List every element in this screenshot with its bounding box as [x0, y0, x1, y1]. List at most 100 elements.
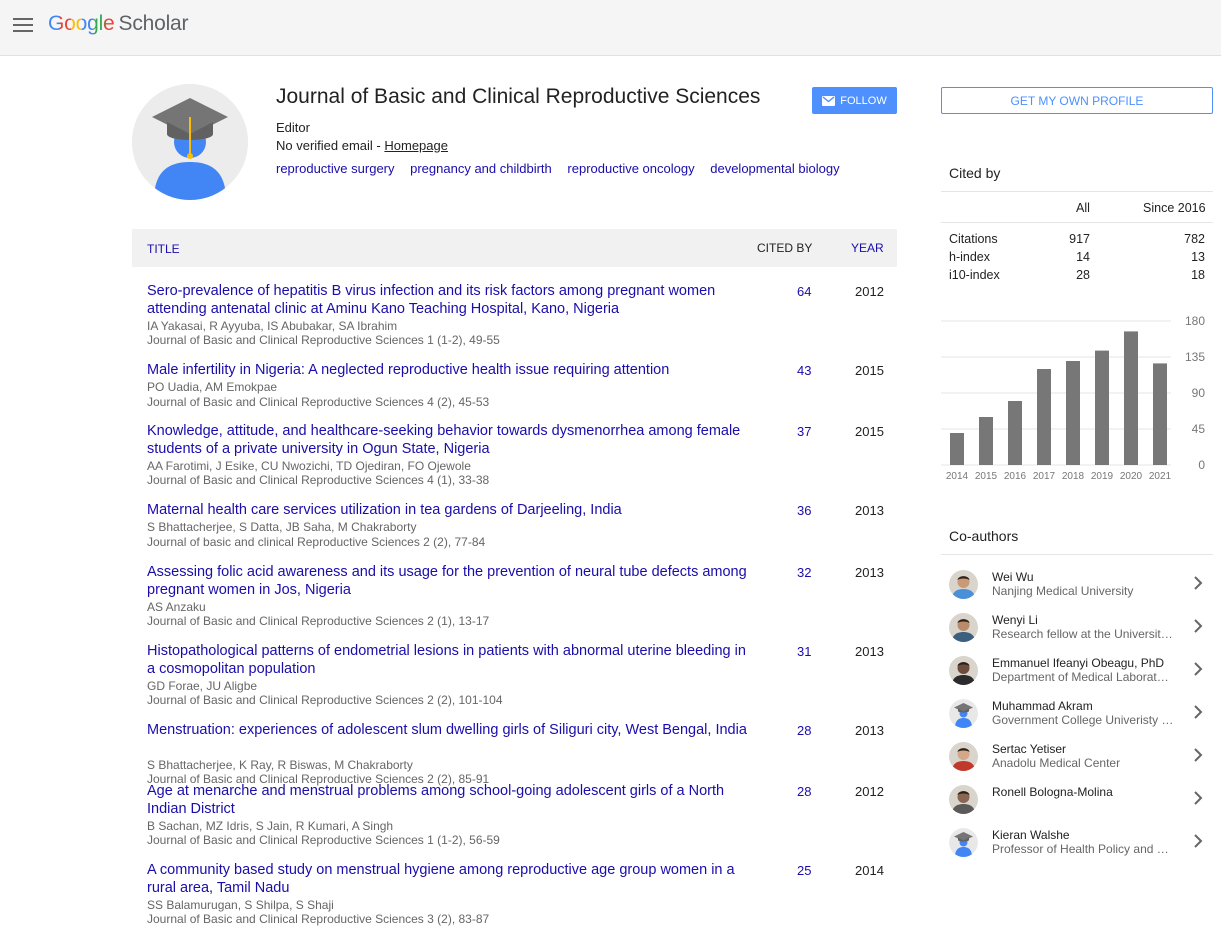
article-venue: Journal of Basic and Clinical Reproducti…: [147, 473, 490, 487]
article-authors: S Bhattacherjee, K Ray, R Biswas, M Chak…: [147, 758, 413, 772]
coauthor-name: Muhammad Akram: [992, 699, 1093, 713]
chart-bar[interactable]: [1095, 350, 1109, 465]
coauthor-item[interactable]: Sertac Yetiser Anadolu Medical Center: [941, 742, 1213, 785]
coauthor-avatar: [949, 742, 978, 771]
cited-by-count[interactable]: 43: [797, 363, 811, 378]
top-bar: Google Scholar: [0, 0, 1221, 56]
chevron-right-icon: [1194, 705, 1203, 719]
chart-bar[interactable]: [950, 433, 964, 465]
chart-bar[interactable]: [1124, 331, 1138, 465]
article-title-link[interactable]: A community based study on menstrual hyg…: [147, 862, 747, 897]
sort-cited-by[interactable]: CITED BY: [757, 241, 812, 255]
google-scholar-logo[interactable]: Google Scholar: [48, 12, 189, 36]
article-title-link[interactable]: Age at menarche and menstrual problems a…: [147, 783, 747, 818]
chart-bar[interactable]: [1037, 369, 1051, 465]
coauthor-item[interactable]: Ronell Bologna-Molina: [941, 785, 1213, 828]
article-year: 2013: [855, 503, 884, 518]
metric-since: 18: [1191, 268, 1205, 282]
article-venue: Journal of Basic and Clinical Reproducti…: [147, 614, 490, 628]
table-row: Male infertility in Nigeria: A neglected…: [132, 362, 897, 432]
interest-link[interactable]: developmental biology: [710, 161, 839, 176]
x-tick-label: 2016: [1004, 471, 1027, 482]
interests-list: reproductive surgery pregnancy and child…: [276, 161, 852, 176]
coauthor-avatar: [949, 699, 978, 728]
get-my-own-profile-button[interactable]: GET MY OWN PROFILE: [941, 87, 1213, 114]
metric-label[interactable]: h-index: [949, 250, 990, 264]
coauthor-avatar: [949, 828, 978, 857]
profile-affiliation: Editor: [276, 120, 310, 135]
menu-icon[interactable]: [13, 18, 33, 34]
sort-year[interactable]: YEAR: [851, 241, 884, 255]
chart-bar[interactable]: [979, 417, 993, 465]
cited-by-count[interactable]: 37: [797, 424, 811, 439]
cited-by-count[interactable]: 64: [797, 284, 811, 299]
profile-avatar: [132, 84, 248, 200]
cited-by-count[interactable]: 28: [797, 784, 811, 799]
coauthor-item[interactable]: Wei Wu Nanjing Medical University: [941, 570, 1213, 613]
table-row: Histopathological patterns of endometria…: [132, 643, 897, 713]
x-tick-label: 2014: [946, 471, 969, 482]
article-year: 2014: [855, 863, 884, 878]
article-authors: GD Forae, JU Aligbe: [147, 679, 258, 693]
coauthor-affiliation: Department of Medical Laboratory Science: [992, 670, 1175, 684]
article-title-link[interactable]: Knowledge, attitude, and healthcare-seek…: [147, 423, 747, 458]
homepage-link[interactable]: Homepage: [384, 138, 448, 153]
metric-all: 917: [1069, 232, 1090, 246]
article-year: 2013: [855, 644, 884, 659]
article-year: 2013: [855, 723, 884, 738]
chart-bar[interactable]: [1008, 401, 1022, 465]
interest-link[interactable]: reproductive surgery: [276, 161, 395, 176]
citations-chart: 180 135 90 45 0 2014 2015 2016 2017 2018 2019 2020 2…: [941, 314, 1205, 482]
sort-title[interactable]: TITLE: [147, 242, 180, 256]
article-year: 2015: [855, 424, 884, 439]
coauthor-item[interactable]: Kieran Walshe Professor of Health Policy …: [941, 828, 1213, 871]
metric-all: 28: [1076, 268, 1090, 282]
chart-bar[interactable]: [1153, 363, 1167, 465]
article-authors: SS Balamurugan, S Shilpa, S Shaji: [147, 898, 334, 912]
metric-label[interactable]: Citations: [949, 232, 998, 246]
article-title-link[interactable]: Sero-prevalence of hepatitis B virus inf…: [147, 283, 747, 318]
coauthor-item[interactable]: Muhammad Akram Government College Univeri…: [941, 699, 1213, 742]
follow-button[interactable]: FOLLOW: [812, 87, 897, 114]
article-venue: Journal of Basic and Clinical Reproducti…: [147, 693, 503, 707]
table-row: Maternal health care services utilizatio…: [132, 502, 897, 572]
article-authors: IA Yakasai, R Ayyuba, IS Abubakar, SA Ib…: [147, 319, 398, 333]
chevron-right-icon: [1194, 748, 1203, 762]
article-title-link[interactable]: Maternal health care services utilizatio…: [147, 502, 747, 520]
y-tick-label: 0: [1198, 458, 1205, 472]
table-row: Assessing folic acid awareness and its u…: [132, 564, 897, 634]
article-title-link[interactable]: Menstruation: experiences of adolescent …: [147, 722, 747, 740]
interest-link[interactable]: pregnancy and childbirth: [410, 161, 552, 176]
chart-bar[interactable]: [1066, 361, 1080, 465]
coauthor-affiliation: Research fellow at the University of Mel…: [992, 627, 1175, 641]
article-venue: Journal of basic and clinical Reproducti…: [147, 535, 486, 549]
metric-all: 14: [1076, 250, 1090, 264]
x-tick-label: 2017: [1033, 471, 1056, 482]
logo-google: Google: [48, 12, 115, 35]
cited-by-count[interactable]: 31: [797, 644, 811, 659]
x-tick-label: 2015: [975, 471, 998, 482]
cited-by-count[interactable]: 25: [797, 863, 811, 878]
cited-by-count[interactable]: 32: [797, 565, 811, 580]
chevron-right-icon: [1194, 834, 1203, 848]
coauthor-item[interactable]: Wenyi Li Research fellow at the Universit…: [941, 613, 1213, 656]
article-title-link[interactable]: Histopathological patterns of endometria…: [147, 643, 747, 678]
metric-label[interactable]: i10-index: [949, 268, 1000, 282]
email-text: No verified email -: [276, 138, 385, 153]
article-title-link[interactable]: Assessing folic acid awareness and its u…: [147, 564, 747, 599]
coauthor-avatar: [949, 785, 978, 814]
cited-by-count[interactable]: 28: [797, 723, 811, 738]
coauthor-affiliation: Anadolu Medical Center: [992, 756, 1121, 770]
coauthor-affiliation: Professor of Health Policy and Managemen…: [992, 842, 1175, 856]
divider: [941, 191, 1213, 192]
coauthor-name: Kieran Walshe: [992, 828, 1070, 842]
interest-link[interactable]: reproductive oncology: [567, 161, 694, 176]
coauthor-avatar: [949, 613, 978, 642]
coauthor-item[interactable]: Emmanuel Ifeanyi Obeagu, PhD Department o…: [941, 656, 1213, 699]
coauthor-name: Emmanuel Ifeanyi Obeagu, PhD: [992, 656, 1165, 670]
cited-by-heading: Cited by: [949, 165, 1001, 181]
article-title-link[interactable]: Male infertility in Nigeria: A neglected…: [147, 362, 747, 380]
y-tick-label: 180: [1185, 314, 1205, 328]
article-year: 2013: [855, 565, 884, 580]
cited-by-count[interactable]: 36: [797, 503, 811, 518]
